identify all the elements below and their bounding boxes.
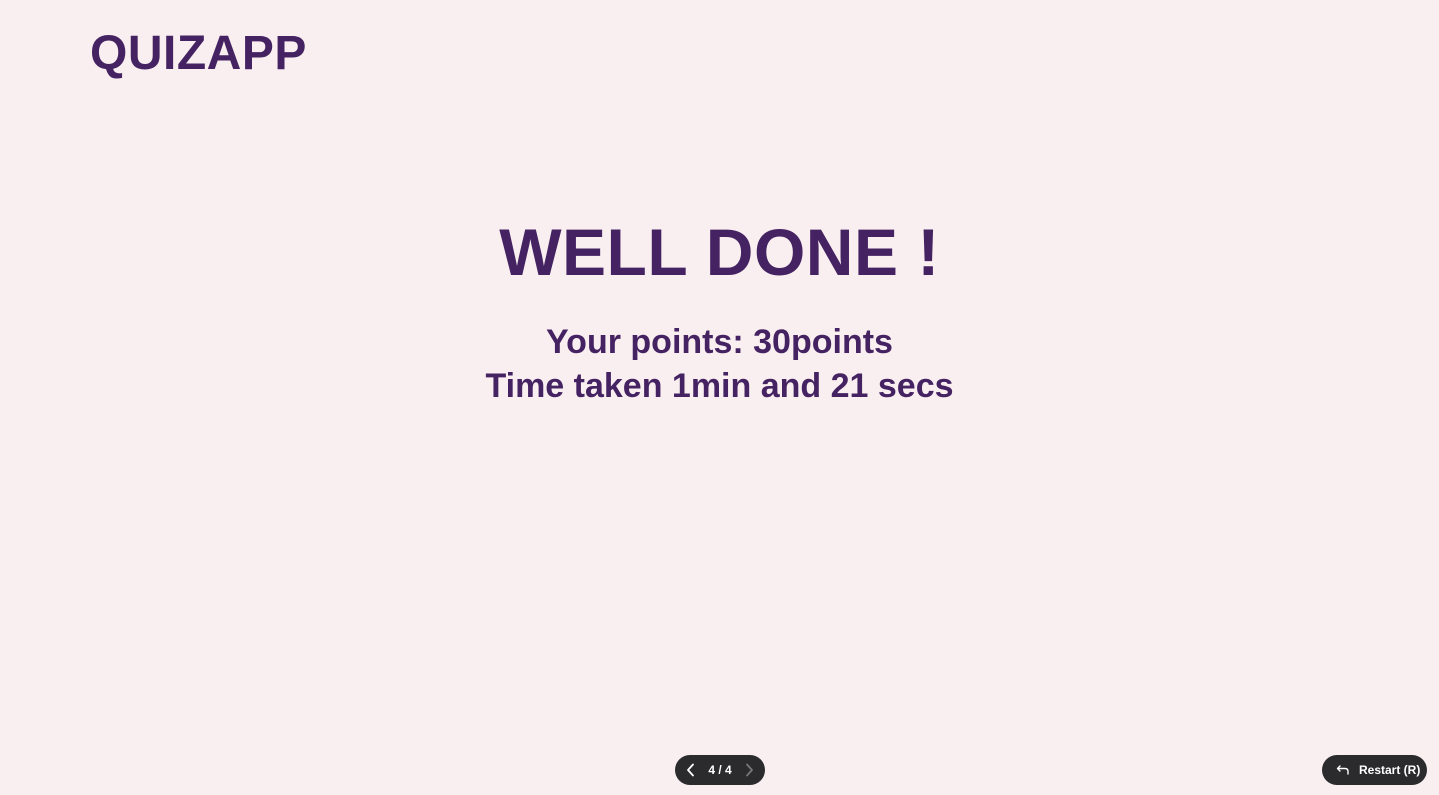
restart-button[interactable]: Restart (R): [1322, 755, 1427, 785]
slide-pager: 4 / 4: [675, 755, 765, 785]
page-count: 4 / 4: [708, 763, 732, 777]
result-headline: WELL DONE !: [499, 215, 940, 289]
time-taken-text: Time taken 1min and 21 secs: [485, 367, 954, 405]
result-panel: WELL DONE ! Your points: 30points Time t…: [0, 212, 1439, 408]
return-arrow-icon: [1336, 762, 1350, 778]
restart-label: Restart (R): [1359, 763, 1421, 777]
next-button[interactable]: [741, 762, 757, 778]
chevron-right-icon: [746, 763, 753, 777]
chevron-left-icon: [687, 763, 694, 777]
points-text: Your points: 30points: [546, 323, 893, 361]
app-logo: QUIZAPP: [90, 27, 307, 80]
result-summary: Your points: 30points Time taken 1min an…: [0, 320, 1439, 408]
previous-button[interactable]: [683, 762, 699, 778]
